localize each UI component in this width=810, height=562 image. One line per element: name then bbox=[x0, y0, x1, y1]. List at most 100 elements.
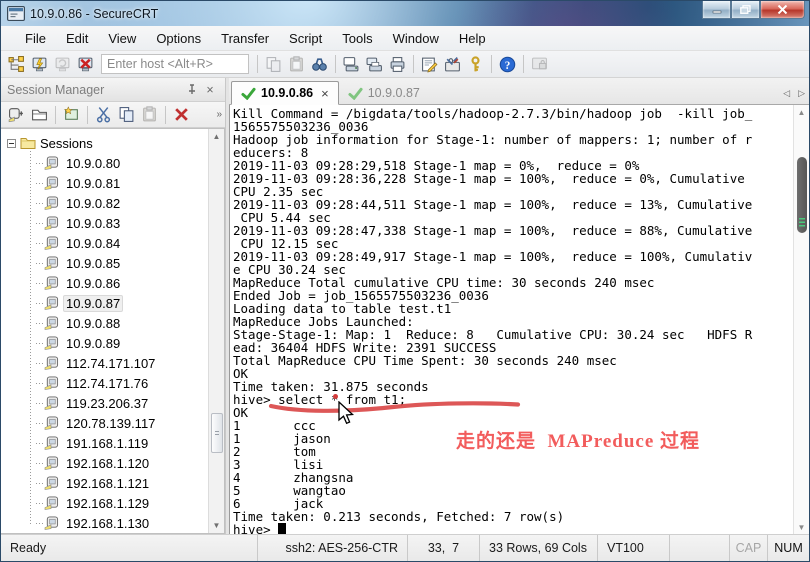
terminal-screen[interactable]: Kill Command = /bigdata/tools/hadoop-2.7… bbox=[230, 105, 793, 534]
session-tree-scrollbar[interactable]: ▲ ▼ bbox=[208, 129, 224, 533]
pin-panel-button[interactable] bbox=[183, 82, 201, 98]
terminal-line: hive> bbox=[233, 523, 793, 534]
session-label: 120.78.139.117 bbox=[63, 415, 158, 432]
session-item[interactable]: 10.9.0.81 bbox=[7, 173, 208, 193]
status-bar: Ready ssh2: AES-256-CTR 33, 7 33 Rows, 6… bbox=[1, 534, 809, 561]
session-icon bbox=[44, 496, 59, 510]
session-options-button[interactable] bbox=[418, 53, 441, 76]
menu-item[interactable]: Script bbox=[279, 28, 332, 49]
session-label: 191.168.1.119 bbox=[63, 435, 151, 452]
session-item[interactable]: 192.168.1.121 bbox=[7, 473, 208, 493]
menu-items: FileEditViewOptionsTransferScriptToolsWi… bbox=[15, 28, 496, 49]
session-icon bbox=[44, 396, 59, 410]
scroll-down-arrow[interactable]: ▼ bbox=[210, 518, 224, 533]
terminal-output: Kill Command = /bigdata/tools/hadoop-2.7… bbox=[233, 107, 793, 534]
terminal-line: Time taken: 0.213 seconds, Fetched: 7 ro… bbox=[233, 510, 793, 523]
session-icon bbox=[44, 376, 59, 390]
delete-session-button[interactable] bbox=[170, 103, 193, 126]
svg-text:?: ? bbox=[505, 59, 511, 71]
scrollbar-thumb[interactable] bbox=[797, 157, 807, 233]
session-item[interactable]: 10.9.0.83 bbox=[7, 213, 208, 233]
copy-button[interactable] bbox=[262, 53, 285, 76]
menu-item[interactable]: Transfer bbox=[211, 28, 279, 49]
copy-session-button[interactable] bbox=[115, 103, 138, 126]
session-item[interactable]: 10.9.0.86 bbox=[7, 273, 208, 293]
cut-button[interactable] bbox=[92, 103, 115, 126]
menu-item[interactable]: Help bbox=[449, 28, 496, 49]
menu-item[interactable]: Edit bbox=[56, 28, 98, 49]
scroll-down-arrow[interactable]: ▼ bbox=[794, 520, 809, 534]
session-item[interactable]: 192.168.1.130 bbox=[7, 513, 208, 533]
open-folder-button[interactable] bbox=[28, 103, 51, 126]
terminal-cursor bbox=[278, 523, 286, 534]
menu-item[interactable]: View bbox=[98, 28, 146, 49]
print-setup-button[interactable] bbox=[363, 53, 386, 76]
session-icon bbox=[44, 336, 59, 350]
session-item[interactable]: 191.168.1.119 bbox=[7, 433, 208, 453]
disconnect-button[interactable] bbox=[74, 53, 97, 76]
scrollbar-thumb[interactable] bbox=[211, 413, 223, 453]
menu-item[interactable]: Window bbox=[383, 28, 449, 49]
terminal-scrollbar[interactable]: ▲ ▼ bbox=[793, 105, 809, 534]
tab-10.9.0.86[interactable]: 10.9.0.86 × bbox=[231, 81, 339, 105]
session-manager-toggle-button[interactable] bbox=[5, 53, 28, 76]
close-button[interactable] bbox=[760, 1, 805, 19]
sessions-root-node[interactable]: Sessions bbox=[7, 133, 208, 153]
session-item[interactable]: 112.74.171.76 bbox=[7, 373, 208, 393]
red-dot-annotation bbox=[333, 394, 338, 399]
tab-10.9.0.87[interactable]: 10.9.0.87 bbox=[339, 81, 429, 105]
menu-item[interactable]: Tools bbox=[332, 28, 382, 49]
new-session-button[interactable] bbox=[60, 103, 83, 126]
print-screen-button[interactable] bbox=[340, 53, 363, 76]
session-label: 10.9.0.80 bbox=[63, 155, 123, 172]
status-grid-size: 33 Rows, 69 Cols bbox=[479, 535, 597, 561]
paste-session-button[interactable] bbox=[138, 103, 161, 126]
session-item[interactable]: 10.9.0.87 bbox=[7, 293, 208, 313]
screen-lock-button[interactable] bbox=[528, 53, 551, 76]
global-options-button[interactable] bbox=[441, 53, 464, 76]
session-label: 10.9.0.82 bbox=[63, 195, 123, 212]
session-item[interactable]: 10.9.0.80 bbox=[7, 153, 208, 173]
sessions-root-label: Sessions bbox=[40, 136, 93, 151]
title-bar[interactable]: 10.9.0.86 - SecureCRT bbox=[1, 1, 809, 26]
reconnect-button[interactable] bbox=[51, 53, 74, 76]
session-icon bbox=[44, 356, 59, 370]
key-agent-button[interactable] bbox=[464, 53, 487, 76]
session-item[interactable]: 112.74.171.107 bbox=[7, 353, 208, 373]
session-item[interactable]: 119.23.206.37 bbox=[7, 393, 208, 413]
session-item[interactable]: 10.9.0.88 bbox=[7, 313, 208, 333]
quick-connect-button[interactable] bbox=[28, 53, 51, 76]
scroll-up-arrow[interactable]: ▲ bbox=[794, 105, 809, 119]
quick-connect-host-input[interactable] bbox=[101, 54, 249, 74]
session-item[interactable]: 120.78.139.117 bbox=[7, 413, 208, 433]
window-title: 10.9.0.86 - SecureCRT bbox=[30, 7, 158, 21]
connect-session-button[interactable] bbox=[5, 103, 28, 126]
print-button[interactable] bbox=[386, 53, 409, 76]
close-panel-button[interactable]: × bbox=[201, 82, 219, 98]
session-label: 192.168.1.129 bbox=[63, 495, 152, 512]
more-buttons-chevron[interactable]: » bbox=[216, 109, 221, 120]
tab-close-icon[interactable]: × bbox=[321, 86, 329, 101]
tab-scroll-right-icon[interactable]: ▷ bbox=[798, 88, 805, 99]
menu-item[interactable]: File bbox=[15, 28, 56, 49]
scroll-up-arrow[interactable]: ▲ bbox=[210, 129, 224, 144]
session-item[interactable]: 10.9.0.82 bbox=[7, 193, 208, 213]
collapse-expander[interactable] bbox=[7, 139, 16, 148]
session-label: 10.9.0.85 bbox=[63, 255, 123, 272]
session-item[interactable]: 10.9.0.84 bbox=[7, 233, 208, 253]
menu-item[interactable]: Options bbox=[146, 28, 211, 49]
paste-button[interactable] bbox=[285, 53, 308, 76]
connected-check-icon bbox=[241, 87, 256, 100]
help-button[interactable]: ? bbox=[496, 53, 519, 76]
session-item[interactable]: 10.9.0.85 bbox=[7, 253, 208, 273]
minimize-button[interactable] bbox=[702, 1, 731, 19]
maximize-button[interactable] bbox=[731, 1, 760, 19]
session-item[interactable]: 10.9.0.89 bbox=[7, 333, 208, 353]
session-icon bbox=[44, 436, 59, 450]
session-item[interactable]: 192.168.1.120 bbox=[7, 453, 208, 473]
toolbar-separator bbox=[523, 55, 524, 73]
red-text-annotation: 走的还是 MAPreduce 过程 bbox=[456, 435, 700, 448]
tab-scroll-left-icon[interactable]: ◁ bbox=[783, 88, 790, 99]
find-button[interactable] bbox=[308, 53, 331, 76]
session-item[interactable]: 192.168.1.129 bbox=[7, 493, 208, 513]
